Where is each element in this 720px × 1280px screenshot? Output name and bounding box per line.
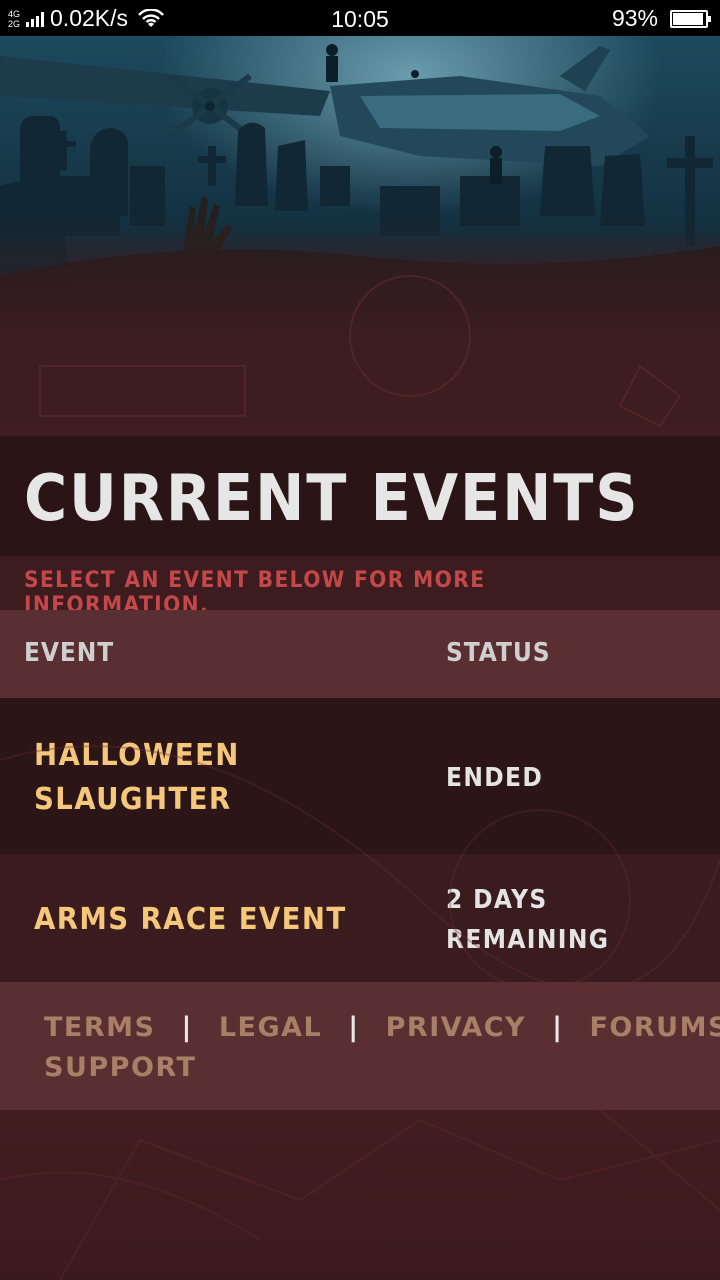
footer-separator: |	[348, 1012, 360, 1043]
event-status-line: 2 DAYS	[446, 885, 548, 915]
event-status-line: ENDED	[446, 763, 544, 793]
status-right: 93%	[611, 5, 711, 32]
event-name[interactable]: HALLOWEEN SLAUGHTER	[34, 734, 240, 822]
footer-link-terms[interactable]: TERMS	[44, 1012, 155, 1043]
footer-link-privacy[interactable]: PRIVACY	[386, 1012, 526, 1043]
event-name-line: SLAUGHTER	[34, 782, 232, 817]
footer-link-support[interactable]: SUPPORT	[44, 1052, 196, 1083]
event-row-arms-race[interactable]: ARMS RACE EVENT 2 DAYS REMAINING	[0, 854, 720, 982]
footer-separator: |	[552, 1012, 564, 1043]
hero-banner	[0, 36, 720, 436]
event-status: 2 DAYS REMAINING	[446, 880, 609, 960]
footer-separator: |	[181, 1012, 193, 1043]
event-name[interactable]: ARMS RACE EVENT	[34, 898, 347, 942]
footer: TERMS|LEGAL|PRIVACY|FORUMS|SUPPORT	[0, 982, 720, 1110]
page-title: CURRENT EVENTS	[24, 462, 640, 536]
battery-icon	[670, 9, 711, 28]
event-row-halloween-slaughter[interactable]: HALLOWEEN SLAUGHTER ENDED	[0, 698, 720, 854]
footer-link-forums[interactable]: FORUMS	[589, 1012, 720, 1043]
column-header-event: EVENT	[24, 638, 115, 668]
title-band: CURRENT EVENTS	[0, 436, 720, 556]
footer-link-legal[interactable]: LEGAL	[219, 1012, 322, 1043]
status-bar: 4G 2G 0.02K/s 10:05 93%	[0, 0, 720, 36]
event-status: ENDED	[446, 758, 543, 798]
column-header-status: STATUS	[446, 638, 551, 668]
events-table-header: EVENT STATUS	[0, 610, 720, 698]
footer-links: TERMS|LEGAL|PRIVACY|FORUMS|SUPPORT	[44, 1008, 720, 1088]
event-name-line: ARMS RACE EVENT	[34, 902, 347, 937]
graveyard-illustration	[0, 36, 720, 436]
battery-fill	[673, 12, 703, 25]
subtitle-band: SELECT AN EVENT BELOW FOR MORE INFORMATI…	[0, 556, 720, 618]
background-map	[0, 1110, 720, 1280]
event-status-line: REMAINING	[446, 925, 610, 955]
battery-percent: 93%	[611, 5, 658, 31]
event-name-line: HALLOWEEN	[34, 738, 240, 773]
events-page: 4G 2G 0.02K/s 10:05 93% CURRENT EVENTS S…	[0, 0, 720, 1280]
